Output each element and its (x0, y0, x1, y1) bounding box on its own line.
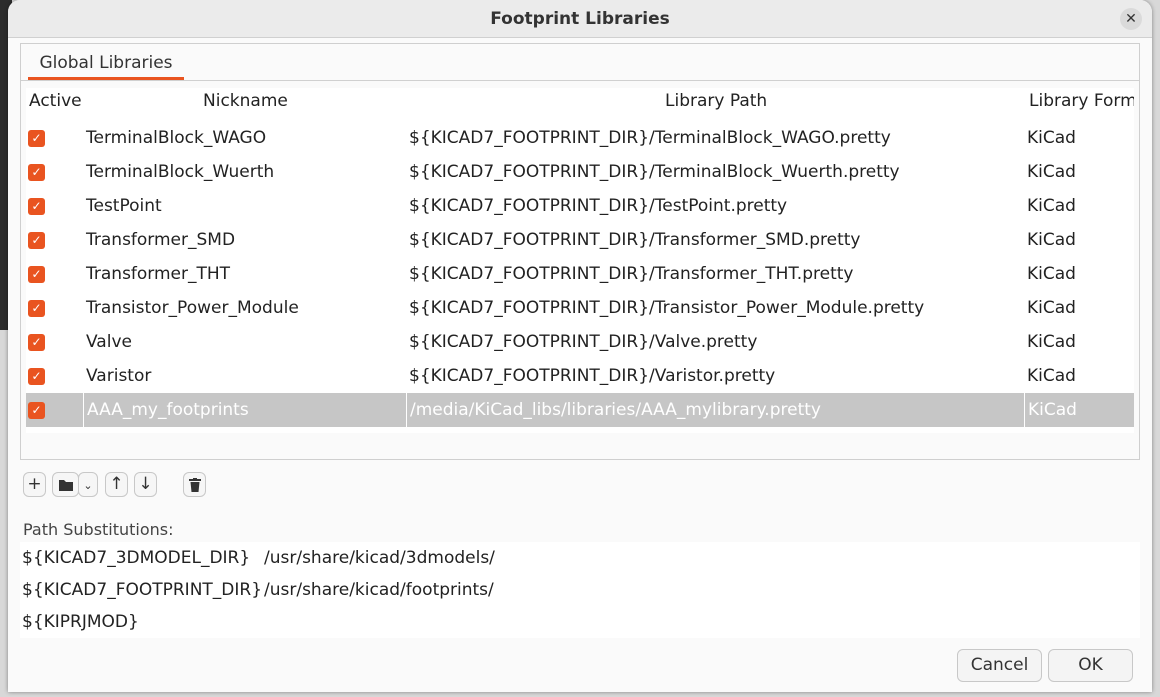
folder-icon (58, 480, 73, 491)
tab-global-libraries[interactable]: Global Libraries (28, 50, 184, 80)
library-format-cell[interactable]: KiCad (1024, 121, 1134, 155)
variable-value: /usr/share/kicad/footprints/ (264, 580, 494, 600)
nickname-cell[interactable]: Transformer_SMD (83, 223, 406, 257)
active-checkbox[interactable]: ✓ (28, 198, 45, 215)
table-row[interactable]: ✓ Transistor_Power_Module ${KICAD7_FOOTPRI… (26, 291, 1134, 325)
table-row[interactable]: ✓ Varistor ${KICAD7_FOOTPRINT_DIR}/Varisto… (26, 359, 1134, 393)
nickname-cell[interactable]: TerminalBlock_WAGO (83, 121, 406, 155)
active-checkbox[interactable]: ✓ (28, 232, 45, 249)
table-row[interactable]: ✓ AAA_my_footprints/media/KiCad_libs/libr… (26, 393, 1134, 427)
table-row[interactable]: ✓ Transformer_THT ${KICAD7_FOOTPRINT_DIR}/… (26, 257, 1134, 291)
header-nickname[interactable]: Nickname (203, 88, 288, 114)
active-checkbox[interactable]: ✓ (28, 334, 45, 351)
library-path-cell[interactable]: ${KICAD7_FOOTPRINT_DIR}/TestPoint.pretty (406, 189, 1024, 223)
library-format-cell[interactable]: KiCad (1024, 291, 1134, 325)
nickname-cell[interactable]: Transformer_THT (83, 257, 406, 291)
library-path-cell[interactable]: ${KICAD7_FOOTPRINT_DIR}/Varistor.pretty (406, 359, 1024, 393)
add-library-button[interactable]: + (23, 472, 46, 497)
library-format-cell[interactable]: KiCad (1024, 359, 1134, 393)
variable-name: ${KIPRJMOD} (22, 612, 139, 632)
browse-options-dropdown[interactable]: ⌄ (78, 472, 98, 497)
library-format-cell[interactable]: KiCad (1024, 223, 1134, 257)
active-checkbox[interactable]: ✓ (28, 164, 45, 181)
library-path-cell[interactable]: ${KICAD7_FOOTPRINT_DIR}/Transistor_Power… (406, 291, 1024, 325)
nickname-cell[interactable]: AAA_my_footprints (83, 393, 406, 427)
library-format-cell[interactable]: KiCad (1024, 257, 1134, 291)
arrow-up-icon: ↑ (109, 474, 124, 494)
active-cell[interactable]: ✓ (26, 257, 83, 291)
active-checkbox[interactable]: ✓ (28, 266, 45, 283)
cancel-button[interactable]: Cancel (957, 649, 1042, 682)
library-path-cell[interactable]: ${KICAD7_FOOTPRINT_DIR}/Transformer_THT.… (406, 257, 1024, 291)
active-cell[interactable]: ✓ (26, 359, 83, 393)
library-path-cell[interactable]: ${KICAD7_FOOTPRINT_DIR}/TerminalBlock_WA… (406, 121, 1024, 155)
footprint-libraries-dialog: Footprint Libraries ✕ Global Libraries A… (8, 0, 1152, 692)
path-substitution-row: ${KICAD7_FOOTPRINT_DIR}/usr/share/kicad/… (20, 574, 1140, 606)
table-row[interactable]: ✓ TerminalBlock_WAGO ${KICAD7_FOOTPRINT_DI… (26, 121, 1134, 155)
library-format-cell[interactable]: KiCad (1024, 189, 1134, 223)
libraries-panel: Global Libraries Active Nickname Library… (20, 43, 1140, 460)
tab-divider (21, 80, 1139, 81)
library-path-cell[interactable]: /media/KiCad_libs/libraries/AAA_mylibrar… (406, 393, 1024, 427)
active-cell[interactable]: ✓ (26, 189, 83, 223)
library-table: Active Nickname Library Path Library For… (26, 88, 1134, 433)
browse-library-button[interactable] (52, 472, 79, 497)
dialog-title: Footprint Libraries (490, 9, 670, 29)
arrow-down-icon: ↓ (138, 474, 153, 494)
library-format-cell[interactable]: KiCad (1024, 393, 1134, 427)
trash-icon (188, 478, 201, 492)
variable-name: ${KICAD7_FOOTPRINT_DIR} (22, 580, 263, 600)
table-row[interactable]: ✓ TestPoint ${KICAD7_FOOTPRINT_DIR}/TestPo… (26, 189, 1134, 223)
library-format-cell[interactable]: KiCad (1024, 155, 1134, 189)
nickname-cell[interactable]: Valve (83, 325, 406, 359)
nickname-cell[interactable]: Varistor (83, 359, 406, 393)
nickname-cell[interactable]: TestPoint (83, 189, 406, 223)
table-row[interactable]: ✓ TerminalBlock_Wuerth ${KICAD7_FOOTPRINT_… (26, 155, 1134, 189)
library-path-cell[interactable]: ${KICAD7_FOOTPRINT_DIR}/Transformer_SMD.… (406, 223, 1024, 257)
header-active[interactable]: Active (29, 88, 82, 114)
active-checkbox[interactable]: ✓ (28, 300, 45, 317)
move-down-button[interactable]: ↓ (134, 472, 157, 497)
active-cell[interactable]: ✓ (26, 121, 83, 155)
header-library-format[interactable]: Library Form (1029, 88, 1134, 114)
table-row[interactable]: ✓ Transformer_SMD ${KICAD7_FOOTPRINT_DIR}/… (26, 223, 1134, 257)
active-cell[interactable]: ✓ (26, 325, 83, 359)
delete-library-button[interactable] (183, 472, 206, 497)
path-substitutions-label: Path Substitutions: (23, 520, 174, 539)
active-checkbox[interactable]: ✓ (28, 368, 45, 385)
title-bar: Footprint Libraries ✕ (8, 0, 1152, 38)
variable-name: ${KICAD7_3DMODEL_DIR} (22, 548, 251, 568)
nickname-cell[interactable]: Transistor_Power_Module (83, 291, 406, 325)
active-cell[interactable]: ✓ (26, 223, 83, 257)
active-cell[interactable]: ✓ (26, 393, 83, 427)
chevron-down-icon: ⌄ (83, 479, 93, 492)
table-row[interactable]: ✓ Valve ${KICAD7_FOOTPRINT_DIR}/Valve.pret… (26, 325, 1134, 359)
active-cell[interactable]: ✓ (26, 155, 83, 189)
library-path-cell[interactable]: ${KICAD7_FOOTPRINT_DIR}/TerminalBlock_Wu… (406, 155, 1024, 189)
path-substitution-row: ${KICAD7_3DMODEL_DIR} /usr/share/kicad/3d… (20, 542, 1140, 574)
header-library-path[interactable]: Library Path (665, 88, 767, 114)
close-icon[interactable]: ✕ (1120, 8, 1142, 30)
path-substitutions-table: ${KICAD7_3DMODEL_DIR} /usr/share/kicad/3d… (20, 542, 1140, 638)
move-up-button[interactable]: ↑ (105, 472, 128, 497)
path-substitution-row: ${KIPRJMOD} (20, 606, 1140, 638)
variable-value: /usr/share/kicad/3dmodels/ (264, 548, 495, 568)
library-format-cell[interactable]: KiCad (1024, 325, 1134, 359)
active-checkbox[interactable]: ✓ (28, 130, 45, 147)
library-path-cell[interactable]: ${KICAD7_FOOTPRINT_DIR}/Valve.pretty (406, 325, 1024, 359)
active-checkbox[interactable]: ✓ (28, 402, 45, 419)
nickname-cell[interactable]: TerminalBlock_Wuerth (83, 155, 406, 189)
active-cell[interactable]: ✓ (26, 291, 83, 325)
ok-button[interactable]: OK (1048, 649, 1133, 682)
